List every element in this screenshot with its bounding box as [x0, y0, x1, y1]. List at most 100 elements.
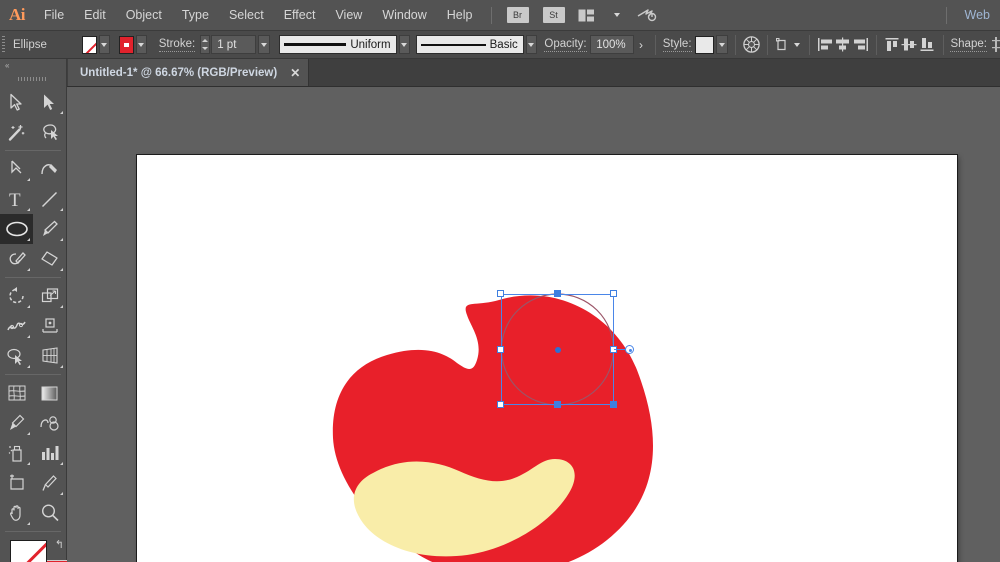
shape-label: Shape: — [950, 38, 986, 52]
stroke-weight-stepper[interactable] — [200, 35, 211, 54]
tool-row — [0, 438, 66, 468]
menu-help[interactable]: Help — [437, 0, 483, 31]
fill-dropdown-icon[interactable] — [99, 35, 110, 54]
zoom-tool[interactable] — [33, 498, 66, 528]
align-right-icon[interactable] — [852, 33, 869, 57]
paintbrush-tool[interactable] — [33, 214, 66, 244]
align-left-icon[interactable] — [817, 33, 834, 57]
tool-row — [0, 244, 66, 274]
mesh-tool[interactable] — [0, 378, 33, 408]
width-profile-selector[interactable]: Uniform — [279, 35, 397, 54]
graphic-style-dropdown-icon[interactable] — [716, 35, 727, 54]
shape-options-icon[interactable] — [991, 33, 1000, 57]
menu-view[interactable]: View — [325, 0, 372, 31]
tools-panel-grip[interactable] — [0, 72, 66, 85]
transform-dropdown-icon[interactable] — [792, 33, 802, 57]
control-bar: Ellipse Stroke: 1 pt Uniform Basic Opaci… — [0, 31, 1000, 59]
direct-selection-tool[interactable] — [33, 87, 66, 117]
brush-definition-label: Basic — [490, 39, 518, 51]
tool-row — [0, 281, 66, 311]
magic-wand-tool[interactable] — [0, 117, 33, 147]
hand-tool[interactable] — [0, 498, 33, 528]
fill-stroke-proxy: ↰ — [4, 538, 66, 562]
tools-panel: « — [0, 59, 67, 562]
align-top-icon[interactable] — [884, 33, 901, 57]
transform-icon[interactable] — [775, 33, 792, 57]
tool-divider — [5, 531, 61, 532]
chevron-down-icon[interactable] — [604, 5, 630, 25]
eyedropper-tool[interactable] — [0, 408, 33, 438]
menu-edit[interactable]: Edit — [74, 0, 116, 31]
shape-builder-tool[interactable] — [0, 341, 33, 371]
tool-divider — [5, 150, 61, 151]
control-bar-grip[interactable] — [0, 31, 7, 59]
menu-window[interactable]: Window — [372, 0, 436, 31]
tool-row — [0, 468, 66, 498]
opacity-panel-arrow-icon[interactable]: › — [634, 38, 648, 52]
illustrator-window: Ai File Edit Object Type Select Effect V… — [0, 0, 1000, 562]
ellipse-tool[interactable] — [0, 214, 33, 244]
workspace-switcher[interactable]: Web — [955, 8, 1000, 22]
line-segment-tool[interactable] — [33, 184, 66, 214]
brush-definition-dropdown-icon[interactable] — [526, 35, 537, 54]
brush-definition-selector[interactable]: Basic — [416, 35, 524, 54]
shaper-tool[interactable] — [0, 244, 33, 274]
artboard[interactable] — [137, 155, 957, 562]
tool-flyout-indicator — [27, 335, 30, 338]
scale-tool[interactable] — [33, 281, 66, 311]
curvature-tool[interactable] — [33, 154, 66, 184]
arrange-documents-icon[interactable] — [574, 5, 600, 25]
opacity-input[interactable]: 100% — [590, 35, 634, 54]
collapse-panel-icon[interactable]: « — [0, 59, 66, 72]
tool-flyout-indicator — [27, 462, 30, 465]
stroke-preview-line — [284, 43, 347, 46]
stroke-weight-input[interactable]: 1 pt — [211, 35, 256, 54]
tool-flyout-indicator — [27, 522, 30, 525]
align-bottom-icon[interactable] — [918, 33, 935, 57]
stroke-color-swatch[interactable] — [119, 36, 134, 54]
slice-tool[interactable] — [33, 468, 66, 498]
symbol-sprayer-tool[interactable] — [0, 438, 33, 468]
pen-tool[interactable] — [0, 154, 33, 184]
rotate-tool[interactable] — [0, 281, 33, 311]
close-icon[interactable]: ✕ — [290, 66, 300, 80]
width-tool[interactable] — [0, 311, 33, 341]
tool-flyout-indicator — [60, 111, 63, 114]
width-profile-dropdown-icon[interactable] — [399, 35, 410, 54]
menu-effect[interactable]: Effect — [274, 0, 326, 31]
document-tab-bar: Untitled-1* @ 66.67% (RGB/Preview) ✕ — [0, 59, 1000, 87]
document-tab[interactable]: Untitled-1* @ 66.67% (RGB/Preview) ✕ — [68, 59, 309, 86]
gradient-tool[interactable] — [33, 378, 66, 408]
sync-settings-icon[interactable] — [634, 5, 660, 25]
align-vertical-center-icon[interactable] — [901, 33, 918, 57]
menu-type[interactable]: Type — [172, 0, 219, 31]
stock-button[interactable]: St — [543, 7, 565, 23]
fill-color-swatch[interactable] — [82, 36, 97, 54]
bridge-button[interactable]: Br — [507, 7, 529, 23]
selection-tool[interactable] — [0, 87, 33, 117]
swap-fill-stroke-icon[interactable]: ↰ — [55, 538, 64, 551]
blend-tool[interactable] — [33, 408, 66, 438]
graphic-style-swatch[interactable] — [695, 36, 714, 54]
opacity-label: Opacity: — [544, 38, 586, 52]
free-transform-tool[interactable] — [33, 311, 66, 341]
perspective-grid-tool[interactable] — [33, 341, 66, 371]
eraser-tool[interactable] — [33, 244, 66, 274]
type-tool[interactable]: T — [0, 184, 33, 214]
tool-flyout-indicator — [60, 492, 63, 495]
tool-row: T — [0, 184, 66, 214]
menu-object[interactable]: Object — [116, 0, 172, 31]
lasso-tool[interactable] — [33, 117, 66, 147]
artboard-tool[interactable] — [0, 468, 33, 498]
control-divider-3 — [767, 35, 768, 55]
canvas-area[interactable] — [67, 87, 1000, 562]
align-horizontal-center-icon[interactable] — [834, 33, 851, 57]
menu-select[interactable]: Select — [219, 0, 274, 31]
bean-illustration[interactable] — [137, 155, 957, 562]
column-graph-tool[interactable] — [33, 438, 66, 468]
stroke-weight-dropdown-icon[interactable] — [258, 35, 269, 54]
recolor-artwork-icon[interactable] — [743, 33, 760, 57]
stroke-dropdown-icon[interactable] — [136, 35, 147, 54]
menu-file[interactable]: File — [34, 0, 74, 31]
fill-proxy-swatch[interactable] — [10, 540, 47, 562]
